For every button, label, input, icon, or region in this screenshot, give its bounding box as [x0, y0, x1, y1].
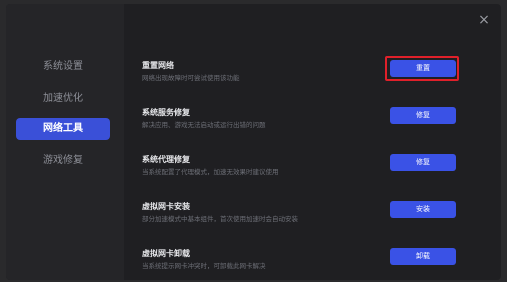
close-icon[interactable]: × — [476, 12, 492, 28]
tool-title: 虚拟网卡卸载 — [142, 249, 190, 258]
sidebar-item-system-settings[interactable]: 系统设置 — [16, 56, 110, 78]
system-proxy-repair-button[interactable]: 修复 — [390, 154, 456, 171]
sidebar: 系统设置 加速优化 网络工具 游戏修复 — [6, 4, 124, 280]
tool-row-virtual-nic-install: 虚拟网卡安装 部分加速模式中基本组件，首次使用加速时会自动安装 安装 — [142, 201, 482, 235]
tool-description: 解决应用、游戏无法启动或运行出错的问题 — [142, 121, 266, 129]
tool-row-virtual-nic-uninstall: 虚拟网卡卸载 当系统提示网卡冲突时，可卸载此网卡解决 卸载 — [142, 248, 482, 280]
tool-row-reset-network: 重置网络 网络出现故障时可尝试使用该功能 重置 — [142, 56, 482, 94]
tool-title: 重置网络 — [142, 61, 174, 70]
sidebar-item-network-tools[interactable]: 网络工具 — [16, 118, 110, 140]
tool-row-system-proxy-repair: 系统代理修复 当系统配置了代理模式，加速无效果时建议使用 修复 — [142, 154, 482, 188]
tool-row-system-service-repair: 系统服务修复 解决应用、游戏无法启动或运行出错的问题 修复 — [142, 107, 482, 141]
reset-network-button[interactable]: 重置 — [390, 60, 456, 77]
tool-title: 虚拟网卡安装 — [142, 202, 190, 211]
system-service-repair-button[interactable]: 修复 — [390, 107, 456, 124]
tool-title: 系统代理修复 — [142, 155, 190, 164]
sidebar-item-game-repair[interactable]: 游戏修复 — [16, 150, 110, 172]
tool-description: 网络出现故障时可尝试使用该功能 — [142, 74, 240, 82]
tool-description: 部分加速模式中基本组件，首次使用加速时会自动安装 — [142, 215, 298, 223]
virtual-nic-uninstall-button[interactable]: 卸载 — [390, 248, 456, 265]
sidebar-item-acceleration-optimization[interactable]: 加速优化 — [16, 88, 110, 110]
tool-title: 系统服务修复 — [142, 108, 190, 117]
network-tools-dialog: 系统设置 加速优化 网络工具 游戏修复 × 重置网络 网络出现故障时可尝试使用该… — [6, 4, 501, 280]
tool-description: 当系统提示网卡冲突时，可卸载此网卡解决 — [142, 262, 266, 270]
virtual-nic-install-button[interactable]: 安装 — [390, 201, 456, 218]
tool-description: 当系统配置了代理模式，加速无效果时建议使用 — [142, 168, 279, 176]
